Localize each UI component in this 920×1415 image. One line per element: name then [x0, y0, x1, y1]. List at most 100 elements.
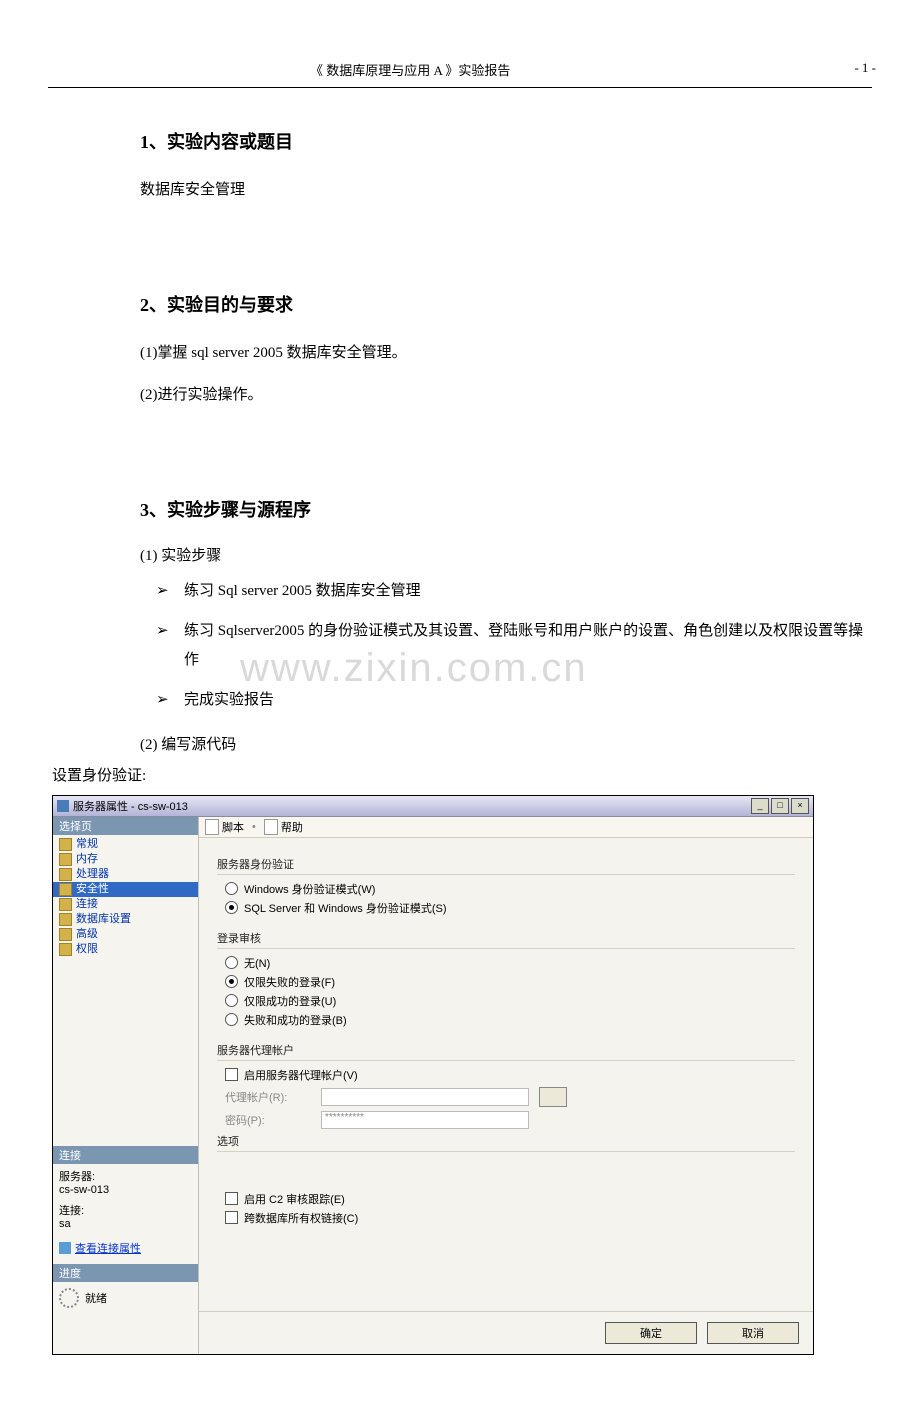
maximize-button[interactable]: □ [771, 798, 789, 814]
page-icon [59, 853, 72, 866]
sidebar-item-label: 安全性 [76, 882, 109, 897]
chevron-right-icon: ➢ [156, 686, 184, 715]
list-item: ➢ 练习 Sqlserver2005 的身份验证模式及其设置、登陆账号和用户账户… [156, 617, 868, 674]
page-icon [59, 943, 72, 956]
audit-option-both[interactable]: 失败和成功的登录(B) [225, 1012, 795, 1028]
ok-button[interactable]: 确定 [605, 1322, 697, 1344]
sidebar-item-label: 数据库设置 [76, 912, 131, 927]
toolbar-separator: • [252, 821, 256, 833]
page-icon [59, 913, 72, 926]
option-label: SQL Server 和 Windows 身份验证模式(S) [244, 900, 447, 916]
sidebar-item-general[interactable]: 常规 [53, 837, 198, 852]
cancel-button[interactable]: 取消 [707, 1322, 799, 1344]
status-text: 就绪 [85, 1290, 107, 1306]
auth-option-windows[interactable]: Windows 身份验证模式(W) [225, 881, 795, 897]
audit-option-none[interactable]: 无(N) [225, 955, 795, 971]
id-verification-line: 设置身份验证: [52, 764, 868, 785]
field-label: 密码(P): [225, 1112, 311, 1128]
proxy-password-input[interactable]: ********** [321, 1111, 529, 1129]
radio-icon[interactable] [225, 901, 238, 914]
bullet-list: ➢ 练习 Sql server 2005 数据库安全管理 ➢ 练习 Sqlser… [140, 577, 868, 715]
checkbox-icon[interactable] [225, 1192, 238, 1205]
sidebar-head-progress: 进度 [53, 1264, 198, 1282]
sidebar-item-database[interactable]: 数据库设置 [53, 912, 198, 927]
header-title: 《 数据库原理与应用 A 》实验报告 [310, 60, 510, 79]
section-3-step-label: (1) 实验步骤 [140, 544, 868, 565]
sidebar-item-connections[interactable]: 连接 [53, 897, 198, 912]
field-label: 代理帐户(R): [225, 1089, 311, 1105]
view-connection-props-link[interactable]: 查看连接属性 [75, 1240, 141, 1256]
chevron-right-icon: ➢ [156, 617, 184, 646]
script-icon [205, 819, 219, 835]
document-page: 《 数据库原理与应用 A 》实验报告 - 1 - 1、实验内容或题目 数据库安全… [0, 0, 920, 1415]
group-proxy: 服务器代理帐户 [217, 1042, 795, 1061]
app-icon [57, 800, 69, 812]
bullet-text: 完成实验报告 [184, 686, 868, 715]
section-1-heading: 1、实验内容或题目 [140, 128, 868, 154]
audit-option-success[interactable]: 仅限成功的登录(U) [225, 993, 795, 1009]
sidebar-item-label: 高级 [76, 927, 98, 942]
radio-icon[interactable] [225, 1013, 238, 1026]
help-button[interactable]: 帮助 [264, 819, 303, 835]
sidebar-item-processors[interactable]: 处理器 [53, 867, 198, 882]
bullet-text: 练习 Sqlserver2005 的身份验证模式及其设置、登陆账号和用户账户的设… [184, 617, 868, 674]
browse-button[interactable] [539, 1087, 567, 1107]
c2-audit-check[interactable]: 启用 C2 审核跟踪(E) [225, 1191, 795, 1207]
group-auth: 服务器身份验证 [217, 856, 795, 875]
radio-icon[interactable] [225, 975, 238, 988]
proxy-account-row: 代理帐户(R): [225, 1087, 795, 1107]
option-label: 无(N) [244, 955, 270, 971]
connection-value: sa [59, 1218, 192, 1230]
sidebar-item-permissions[interactable]: 权限 [53, 942, 198, 957]
page-icon [59, 928, 72, 941]
sidebar-item-label: 常规 [76, 837, 98, 852]
auth-option-mixed[interactable]: SQL Server 和 Windows 身份验证模式(S) [225, 900, 795, 916]
sidebar-item-label: 内存 [76, 852, 98, 867]
dialog-sidebar: 选择页 常规 内存 处理器 安全性 连接 数据库设置 高级 权限 连接 [53, 817, 199, 1354]
audit-option-failed[interactable]: 仅限失败的登录(F) [225, 974, 795, 990]
bullet-text: 练习 Sql server 2005 数据库安全管理 [184, 577, 868, 606]
dialog-toolbar: 脚本 • 帮助 [199, 817, 813, 838]
section-2-item-2: (2)进行实验操作。 [140, 381, 868, 410]
document-body: 1、实验内容或题目 数据库安全管理 2、实验目的与要求 (1)掌握 sql se… [48, 128, 872, 1355]
option-label: 跨数据库所有权链接(C) [244, 1210, 358, 1226]
server-properties-dialog: 服务器属性 - cs-sw-013 _ □ × 选择页 常规 内存 [52, 795, 814, 1355]
option-label: 启用 C2 审核跟踪(E) [244, 1191, 345, 1207]
section-2-item-1: (1)掌握 sql server 2005 数据库安全管理。 [140, 339, 868, 368]
sidebar-item-label: 处理器 [76, 867, 109, 882]
help-icon [264, 819, 278, 835]
server-value: cs-sw-013 [59, 1184, 192, 1196]
dialog-footer: 确定 取消 [199, 1311, 813, 1354]
section-1-body: 数据库安全管理 [140, 176, 868, 205]
radio-icon[interactable] [225, 994, 238, 1007]
radio-icon[interactable] [225, 882, 238, 895]
sidebar-item-label: 权限 [76, 942, 98, 957]
section-3-heading: 3、实验步骤与源程序 [140, 496, 868, 522]
checkbox-icon[interactable] [225, 1211, 238, 1224]
group-options: 选项 [217, 1133, 795, 1152]
sidebar-head-pages: 选择页 [53, 817, 198, 835]
radio-icon[interactable] [225, 956, 238, 969]
checkbox-icon[interactable] [225, 1068, 238, 1081]
option-label: 启用服务器代理帐户(V) [244, 1067, 358, 1083]
dialog-titlebar[interactable]: 服务器属性 - cs-sw-013 _ □ × [53, 796, 813, 817]
proxy-password-row: 密码(P): ********** [225, 1111, 795, 1129]
page-icon [59, 883, 72, 896]
cross-db-chain-check[interactable]: 跨数据库所有权链接(C) [225, 1210, 795, 1226]
sidebar-item-advanced[interactable]: 高级 [53, 927, 198, 942]
sidebar-item-label: 连接 [76, 897, 98, 912]
toolbar-label: 帮助 [281, 819, 303, 835]
script-button[interactable]: 脚本 [205, 819, 244, 835]
dialog-title: 服务器属性 - cs-sw-013 [73, 798, 188, 814]
option-label: Windows 身份验证模式(W) [244, 881, 375, 897]
sidebar-item-memory[interactable]: 内存 [53, 852, 198, 867]
proxy-account-input[interactable] [321, 1088, 529, 1106]
list-item: ➢ 练习 Sql server 2005 数据库安全管理 [156, 577, 868, 606]
proxy-enable-check[interactable]: 启用服务器代理帐户(V) [225, 1067, 795, 1083]
page-icon [59, 868, 72, 881]
option-label: 失败和成功的登录(B) [244, 1012, 347, 1028]
minimize-button[interactable]: _ [751, 798, 769, 814]
close-button[interactable]: × [791, 798, 809, 814]
sidebar-item-security[interactable]: 安全性 [53, 882, 198, 897]
option-label: 仅限失败的登录(F) [244, 974, 335, 990]
